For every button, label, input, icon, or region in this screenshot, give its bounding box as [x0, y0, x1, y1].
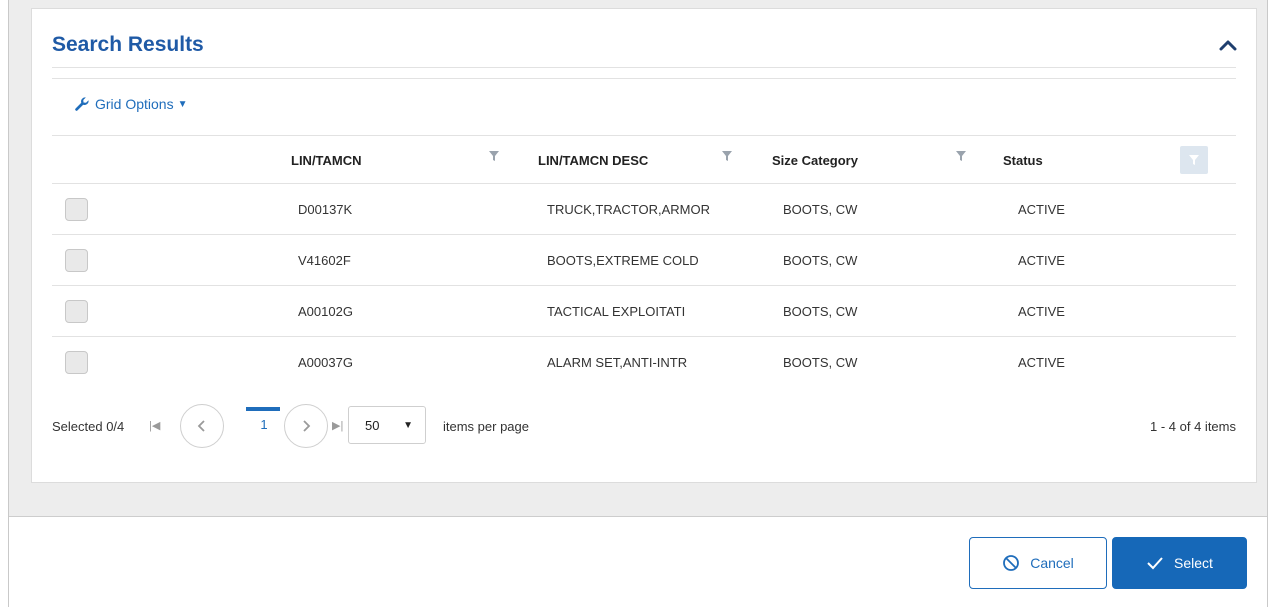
column-header-size[interactable]: Size Category — [772, 136, 858, 184]
last-page-icon[interactable]: ▶| — [332, 419, 343, 432]
divider — [52, 78, 1236, 79]
next-page-button[interactable] — [284, 404, 328, 448]
cell-status: ACTIVE — [1018, 304, 1065, 319]
column-header-lin[interactable]: LIN/TAMCN — [291, 136, 362, 184]
chevron-right-icon — [303, 420, 311, 432]
select-label: Select — [1174, 555, 1213, 571]
selected-count: Selected 0/4 — [52, 419, 125, 434]
search-results-panel: Search Results Grid Options ▼ LIN/TAMCN … — [31, 8, 1257, 483]
first-page-icon[interactable]: |◀ — [149, 419, 160, 432]
cell-size: BOOTS, CW — [783, 304, 858, 319]
cell-desc: ALARM SET,ANTI-INTR — [547, 355, 688, 370]
row-checkbox[interactable] — [65, 198, 88, 221]
cell-status: ACTIVE — [1018, 253, 1065, 268]
cell-lin: A00102G — [298, 304, 353, 319]
chevron-left-icon — [197, 420, 205, 432]
filter-icon[interactable] — [721, 150, 733, 162]
page-number[interactable]: 1 — [246, 407, 280, 432]
items-per-page-select[interactable]: 50 ▼ — [348, 406, 426, 444]
divider — [52, 67, 1236, 68]
cell-size: BOOTS, CW — [783, 355, 858, 370]
panel-title: Search Results — [52, 33, 204, 56]
check-icon — [1147, 557, 1163, 570]
row-checkbox[interactable] — [65, 249, 88, 272]
filter-icon — [1189, 155, 1199, 165]
table-header: LIN/TAMCN LIN/TAMCN DESC Size Category S… — [52, 136, 1236, 184]
cell-status: ACTIVE — [1018, 202, 1065, 217]
modal: Search Results Grid Options ▼ LIN/TAMCN … — [8, 0, 1268, 607]
collapse-button[interactable] — [1216, 33, 1240, 57]
items-count: 1 - 4 of 4 items — [1150, 419, 1236, 434]
table-row[interactable]: A00102G TACTICAL EXPLOITATI BOOTS, CW AC… — [52, 286, 1236, 337]
clear-filters-button[interactable] — [1180, 146, 1208, 174]
cell-size: BOOTS, CW — [783, 202, 858, 217]
cell-lin: D00137K — [298, 202, 353, 217]
wrench-icon — [75, 97, 89, 111]
cell-desc: TACTICAL EXPLOITATI — [547, 304, 686, 319]
table-row[interactable]: A00037G ALARM SET,ANTI-INTR BOOTS, CW AC… — [52, 337, 1236, 388]
per-page-value: 50 — [365, 417, 380, 433]
table-body: D00137K TRUCK,TRACTOR,ARMOR BOOTS, CW AC… — [52, 184, 1236, 388]
pager: Selected 0/4 |◀ 1 ▶| 50 ▼ items per page… — [52, 401, 1236, 451]
select-button[interactable]: Select — [1112, 537, 1247, 589]
caret-down-icon: ▼ — [177, 98, 188, 110]
table-row[interactable]: V41602F BOOTS,EXTREME COLD BOOTS, CW ACT… — [52, 235, 1236, 286]
chevron-up-icon — [1219, 40, 1237, 51]
cell-lin: V41602F — [298, 253, 351, 268]
prev-page-button[interactable] — [180, 404, 224, 448]
ban-icon — [1003, 555, 1020, 571]
row-checkbox[interactable] — [65, 351, 88, 374]
cell-desc: TRUCK,TRACTOR,ARMOR — [547, 202, 710, 217]
filter-icon[interactable] — [488, 150, 500, 162]
grid-options-button[interactable]: Grid Options ▼ — [74, 96, 188, 112]
cell-lin: A00037G — [298, 355, 353, 370]
cell-desc: BOOTS,EXTREME COLD — [547, 253, 699, 268]
column-header-desc[interactable]: LIN/TAMCN DESC — [538, 136, 648, 184]
cancel-label: Cancel — [1030, 555, 1074, 571]
cell-status: ACTIVE — [1018, 355, 1065, 370]
row-checkbox[interactable] — [65, 300, 88, 323]
column-header-status[interactable]: Status — [1003, 136, 1043, 184]
items-per-page-label: items per page — [443, 419, 529, 434]
table-row[interactable]: D00137K TRUCK,TRACTOR,ARMOR BOOTS, CW AC… — [52, 184, 1236, 235]
filter-icon[interactable] — [955, 150, 967, 162]
cell-size: BOOTS, CW — [783, 253, 858, 268]
modal-footer: Cancel Select — [9, 516, 1267, 607]
caret-down-icon: ▼ — [403, 419, 413, 431]
grid-options-label: Grid Options — [95, 96, 174, 112]
cancel-button[interactable]: Cancel — [969, 537, 1107, 589]
